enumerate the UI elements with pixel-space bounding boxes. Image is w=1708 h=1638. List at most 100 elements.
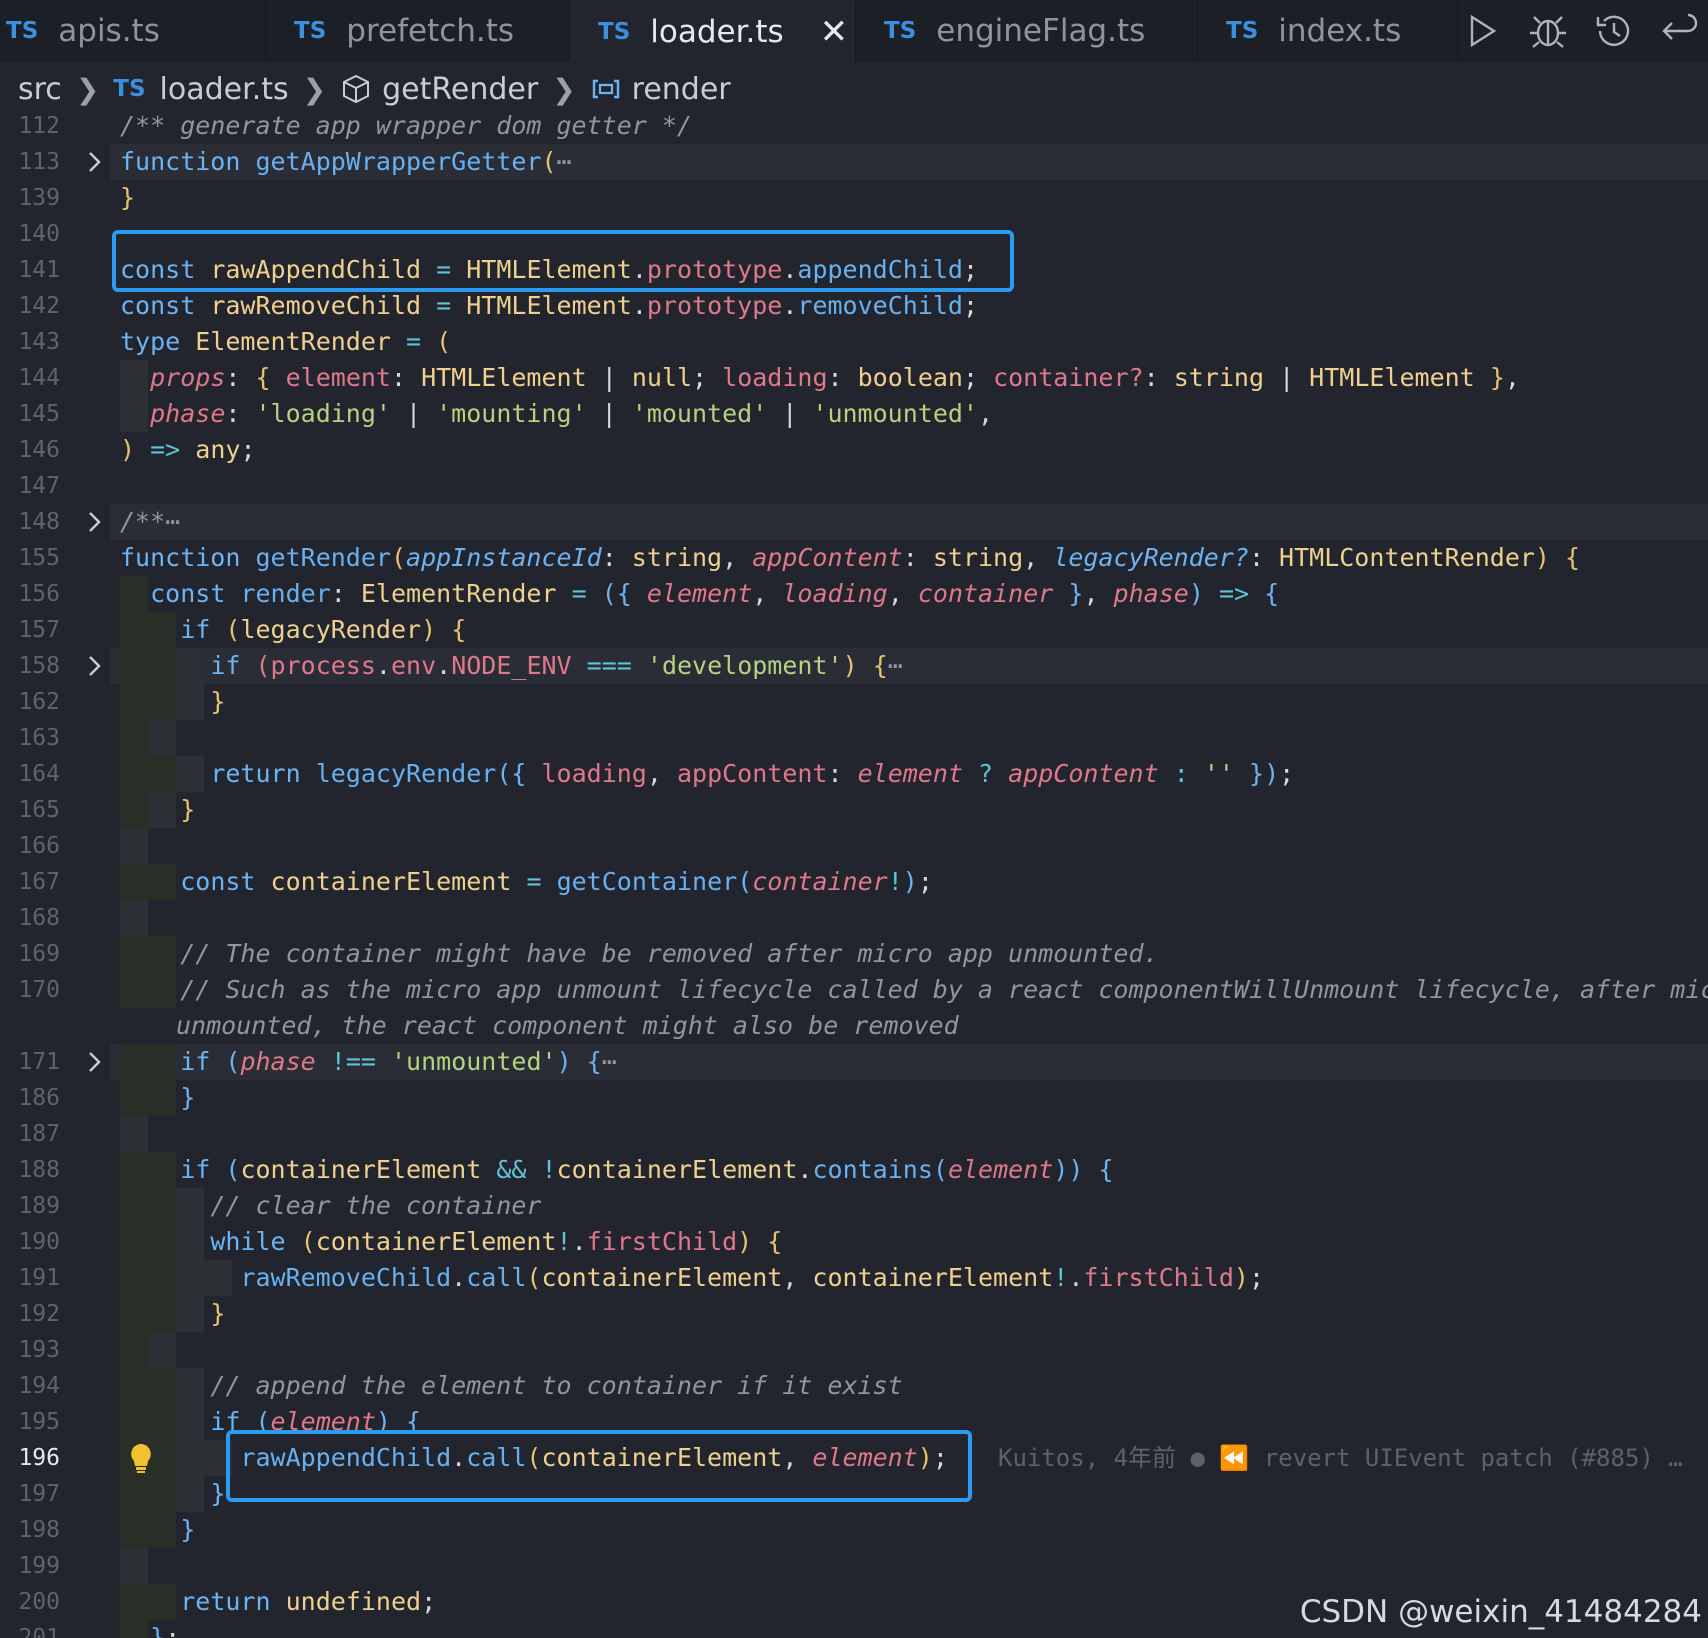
line-number: 186 xyxy=(18,1085,60,1111)
line-number: 196 xyxy=(18,1445,60,1471)
code-text: if (phase !== 'unmounted') {⋯ xyxy=(180,1047,617,1076)
line-number: 163 xyxy=(18,725,60,751)
run-icon[interactable] xyxy=(1460,9,1504,53)
line-number: 169 xyxy=(18,941,60,967)
line-number: 194 xyxy=(18,1373,60,1399)
line-number: 187 xyxy=(18,1121,60,1147)
code-text: } xyxy=(180,795,196,824)
code-line: 167 const containerElement = getContaine… xyxy=(0,864,1708,900)
line-number: 144 xyxy=(18,365,60,391)
line-number: 112 xyxy=(18,113,60,139)
chevron-right-icon[interactable] xyxy=(82,150,106,174)
close-icon[interactable]: ✕ xyxy=(820,12,849,52)
code-text: } xyxy=(180,1083,196,1112)
tab-label: engineFlag.ts xyxy=(936,13,1146,49)
code-line: 193 xyxy=(0,1332,1708,1368)
code-line: 165 } xyxy=(0,792,1708,828)
line-number: 188 xyxy=(18,1157,60,1183)
breadcrumb-variable[interactable]: render xyxy=(632,72,731,107)
code-line: unmounted, the react component might als… xyxy=(0,1008,1708,1044)
debug-icon[interactable] xyxy=(1526,9,1570,53)
breadcrumb-folder[interactable]: src xyxy=(18,72,62,107)
code-text: /** generate app wrapper dom getter */ xyxy=(120,111,692,140)
code-line: 142 const rawRemoveChild = HTMLElement.p… xyxy=(0,288,1708,324)
line-number: 167 xyxy=(18,869,60,895)
line-number: 145 xyxy=(18,401,60,427)
line-number: 164 xyxy=(18,761,60,787)
tab-engineflag[interactable]: TS engineFlag.ts xyxy=(856,0,1198,62)
code-line: 188 if (containerElement && !containerEl… xyxy=(0,1152,1708,1188)
line-number: 198 xyxy=(18,1517,60,1543)
tab-prefetch[interactable]: TS prefetch.ts xyxy=(266,0,570,62)
history-icon[interactable] xyxy=(1592,9,1636,53)
code-text: const render: ElementRender = ({ element… xyxy=(150,579,1280,608)
line-number: 189 xyxy=(18,1193,60,1219)
line-number: 113 xyxy=(18,149,60,175)
code-line: 158 if (process.env.NODE_ENV === 'develo… xyxy=(0,648,1708,684)
line-number: 165 xyxy=(18,797,60,823)
code-line: 164 return legacyRender({ loading, appCo… xyxy=(0,756,1708,792)
code-line: 169 // The container might have be remov… xyxy=(0,936,1708,972)
highlight-box xyxy=(112,230,1014,292)
line-number: 157 xyxy=(18,617,60,643)
code-line: 143 type ElementRender = ( xyxy=(0,324,1708,360)
back-icon[interactable] xyxy=(1658,9,1702,53)
code-line: 189 // clear the container xyxy=(0,1188,1708,1224)
code-text: } xyxy=(180,1515,196,1544)
code-text: ) => any; xyxy=(120,435,256,464)
code-text: return undefined; xyxy=(180,1587,437,1616)
chevron-right-icon[interactable] xyxy=(82,1050,106,1074)
code-line: 148 /**⋯ xyxy=(0,504,1708,540)
tab-bar: TS apis.ts TS prefetch.ts TS loader.ts ✕… xyxy=(0,0,1708,62)
line-number: 162 xyxy=(18,689,60,715)
tab-index[interactable]: TS index.ts xyxy=(1198,0,1458,62)
code-text: const rawRemoveChild = HTMLElement.proto… xyxy=(120,291,979,320)
typescript-icon: TS xyxy=(884,18,917,44)
line-number: 193 xyxy=(18,1337,60,1363)
code-text: } xyxy=(210,687,226,716)
code-line: 163 xyxy=(0,720,1708,756)
typescript-icon: TS xyxy=(6,18,39,44)
code-line: 146 ) => any; xyxy=(0,432,1708,468)
line-number: 148 xyxy=(18,509,60,535)
breadcrumb-file[interactable]: loader.ts xyxy=(160,72,289,107)
tab-apis[interactable]: TS apis.ts xyxy=(0,0,266,62)
code-editor[interactable]: 112 /** generate app wrapper dom getter … xyxy=(0,108,1708,1638)
code-text: while (containerElement!.firstChild) { xyxy=(210,1227,783,1256)
tab-loader[interactable]: TS loader.ts ✕ xyxy=(570,0,856,62)
chevron-right-icon: ❯ xyxy=(552,72,576,106)
line-number: 155 xyxy=(18,545,60,571)
line-number: 170 xyxy=(18,977,60,1003)
line-number: 139 xyxy=(18,185,60,211)
git-blame-annotation[interactable]: Kuitos, 4年前 ● ⏪ revert UIEvent patch (#8… xyxy=(998,1440,1683,1476)
line-number: 201 xyxy=(18,1625,60,1638)
code-text: }; xyxy=(150,1623,181,1638)
code-text: const containerElement = getContainer(co… xyxy=(180,867,933,896)
cube-icon xyxy=(343,74,370,104)
code-text: // clear the container xyxy=(210,1191,542,1220)
code-text: // The container might have be removed a… xyxy=(180,939,1159,968)
line-number: 158 xyxy=(18,653,60,679)
code-line: 147 xyxy=(0,468,1708,504)
line-number: 140 xyxy=(18,221,60,247)
code-text: // Such as the micro app unmount lifecyc… xyxy=(180,975,1708,1004)
code-line: 194 // append the element to container i… xyxy=(0,1368,1708,1404)
breadcrumb-function[interactable]: getRender xyxy=(382,72,538,107)
code-text: /**⋯ xyxy=(120,507,181,536)
line-number: 199 xyxy=(18,1553,60,1579)
code-line: 145 phase: 'loading' | 'mounting' | 'mou… xyxy=(0,396,1708,432)
line-number: 191 xyxy=(18,1265,60,1291)
tab-label: apis.ts xyxy=(58,13,160,49)
line-number: 166 xyxy=(18,833,60,859)
chevron-right-icon[interactable] xyxy=(82,510,106,534)
typescript-icon: TS xyxy=(1226,18,1259,44)
code-line: 162 } xyxy=(0,684,1708,720)
line-number: 141 xyxy=(18,257,60,283)
typescript-icon: TS xyxy=(598,19,631,45)
tab-label: index.ts xyxy=(1278,13,1402,49)
line-number: 156 xyxy=(18,581,60,607)
line-number: 197 xyxy=(18,1481,60,1507)
line-number: 168 xyxy=(18,905,60,931)
chevron-right-icon[interactable] xyxy=(82,654,106,678)
code-text: unmounted, the react component might als… xyxy=(176,1011,959,1040)
